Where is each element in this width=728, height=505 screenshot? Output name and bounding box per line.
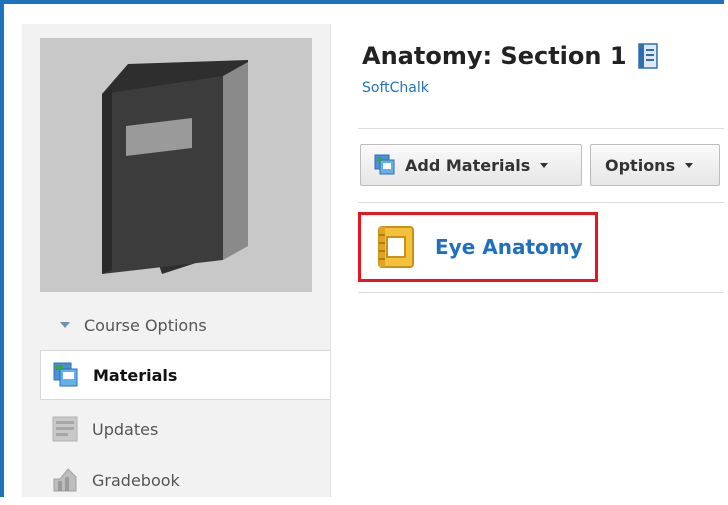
sidebar-item-label: Updates: [92, 419, 159, 439]
lesson-icon: [378, 226, 414, 268]
options-label: Options: [605, 155, 676, 175]
material-item-eye-anatomy[interactable]: Eye Anatomy: [358, 212, 598, 282]
options-button[interactable]: Options: [590, 144, 720, 186]
materials-icon: [53, 362, 78, 387]
caret-down-icon: [60, 322, 70, 328]
notebook-icon[interactable]: [637, 43, 659, 69]
divider: [358, 128, 724, 129]
add-materials-label: Add Materials: [405, 155, 531, 175]
course-options-label: Course Options: [84, 315, 207, 335]
course-cover-image: [40, 38, 312, 292]
material-title: Eye Anatomy: [435, 235, 583, 259]
divider: [358, 292, 724, 293]
sidebar-item-label: Materials: [93, 365, 178, 385]
course-options-toggle[interactable]: Course Options: [40, 300, 330, 351]
updates-icon: [52, 416, 78, 442]
add-materials-icon: [374, 154, 395, 175]
course-sidebar: Course Options Materials Updates Gradebo…: [22, 24, 331, 497]
caret-down-icon: [685, 162, 694, 168]
sidebar-item-label: Gradebook: [92, 470, 180, 490]
title-row: Anatomy: Section 1: [362, 42, 659, 70]
gradebook-icon: [53, 468, 77, 492]
caret-down-icon: [540, 162, 549, 168]
book-icon: [102, 60, 248, 274]
sidebar-item-gradebook[interactable]: Gradebook: [40, 455, 330, 505]
org-link[interactable]: SoftChalk: [362, 80, 429, 96]
app-frame: Course Options Materials Updates Gradebo…: [0, 0, 724, 497]
divider: [358, 202, 724, 203]
page-title: Anatomy: Section 1: [362, 42, 627, 70]
sidebar-item-updates[interactable]: Updates: [40, 404, 330, 454]
add-materials-button[interactable]: Add Materials: [360, 144, 582, 186]
sidebar-item-materials[interactable]: Materials: [40, 350, 330, 400]
